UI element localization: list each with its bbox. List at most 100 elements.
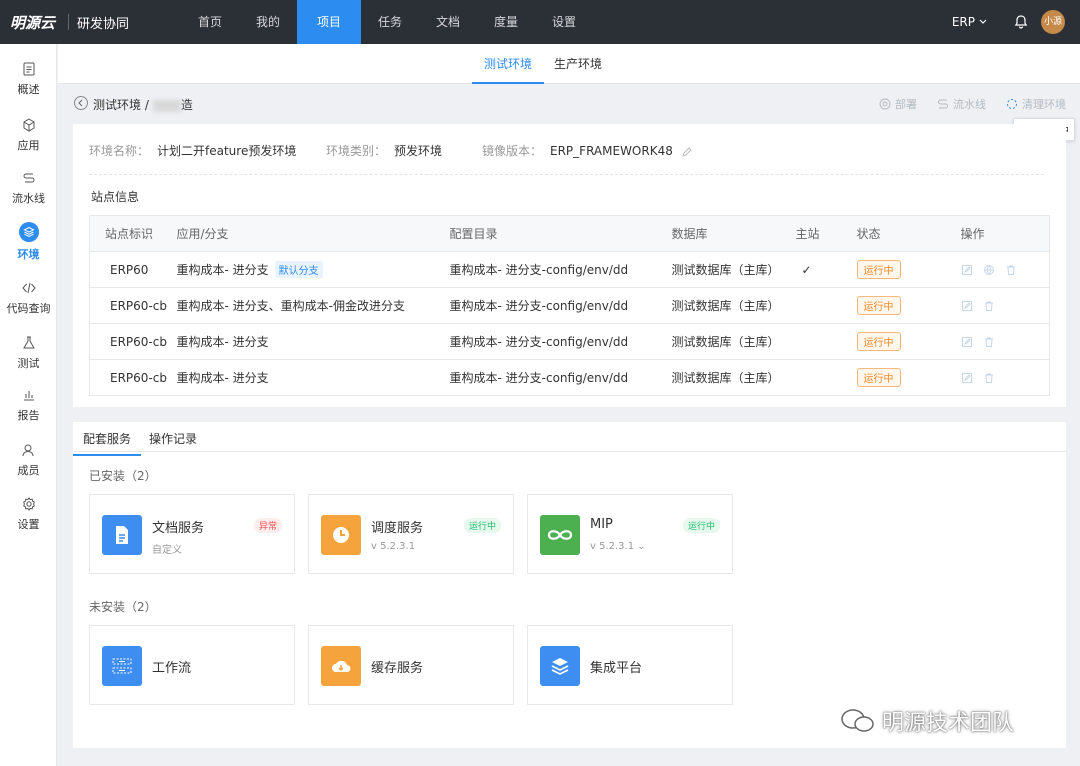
redacted-mask	[152, 99, 181, 112]
tab-operation-log[interactable]: 操作记录	[149, 430, 197, 447]
table-row: ERP60 重构成本- 进分支 默认分支 重构成本- 进分支-config/env/d…	[89, 251, 1050, 288]
sidebar-item-label: 代码查询	[6, 302, 51, 315]
org-switcher[interactable]: ERP	[952, 15, 987, 29]
bar-chart-icon	[23, 391, 34, 401]
sidebar-item-report[interactable]: 报告	[0, 387, 57, 423]
sidebar-item-label: 成员	[17, 464, 40, 477]
service-version: 自定义	[152, 545, 182, 556]
brand-logo[interactable]: 明源云	[10, 12, 64, 33]
service-card[interactable]: 调度服务 v 5.2.3.1 运行中	[308, 494, 514, 574]
env-name-label: 环境名称：	[89, 144, 150, 158]
globe-icon[interactable]	[983, 264, 995, 276]
back-button[interactable]	[74, 96, 88, 110]
trash-icon[interactable]	[983, 300, 995, 312]
table-row: ERP60-cb 重构成本- 进分支、重构成本-佣金改进分支 重构成本- 进分支-c…	[89, 287, 1050, 324]
sidebar-item-settings[interactable]: 设置	[0, 496, 57, 532]
gear-icon	[22, 497, 35, 511]
service-card[interactable]: 缓存服务	[308, 625, 514, 705]
edit-icon[interactable]	[961, 372, 973, 384]
sidebar-item-overview[interactable]: 概述	[0, 61, 57, 97]
edit-icon[interactable]	[961, 264, 973, 276]
deploy-label: 部署	[895, 98, 917, 111]
env-type-field: 环境类别： 预发环境	[326, 142, 442, 159]
sidebar-item-test[interactable]: 测试	[0, 335, 57, 371]
nav-docs[interactable]: 文档	[419, 0, 477, 44]
nav-home[interactable]: 首页	[181, 0, 239, 44]
env-type-label: 环境类别：	[326, 144, 387, 158]
col-status: 状态	[856, 215, 961, 252]
site-branch: 重构成本- 进分支	[176, 359, 450, 396]
nav-settings[interactable]: 设置	[535, 0, 593, 44]
site-id: ERP60-cb	[89, 287, 177, 324]
sites-section-title: 站点信息	[91, 190, 140, 204]
image-version-value: ERP_FRAMEWORK48	[550, 144, 673, 158]
sites-table: 站点标识 应用/分支 配置目录 数据库 主站 状态 操作 ERP60 重构成本- …	[89, 215, 1050, 396]
image-version-label: 镜像版本：	[482, 144, 543, 158]
sidebar-item-apps[interactable]: 应用	[0, 117, 57, 153]
breadcrumb: 测试环境 / 造	[93, 98, 193, 112]
service-card[interactable]: 工作流	[89, 625, 295, 705]
row-actions	[961, 264, 1050, 276]
site-config: 重构成本- 进分支-config/env/dd	[449, 323, 672, 360]
pipeline-icon	[23, 173, 34, 183]
nav-project[interactable]: 项目	[297, 0, 361, 44]
status-badge: 运行中	[682, 518, 720, 533]
edit-icon[interactable]	[961, 336, 973, 348]
row-actions	[961, 336, 1050, 348]
trash-icon[interactable]	[1005, 264, 1017, 276]
avatar[interactable]: 小源	[1041, 10, 1065, 34]
tab-prod-env[interactable]: 生产环境	[554, 44, 602, 84]
site-id: ERP60	[89, 251, 177, 288]
sidebar-item-members[interactable]: 成员	[0, 442, 57, 478]
file-icon	[102, 515, 142, 555]
bell-icon[interactable]	[1013, 14, 1029, 30]
status-badge: 运行中	[856, 332, 901, 351]
trash-icon[interactable]	[983, 336, 995, 348]
watermark-text: 明源技术团队	[882, 711, 1015, 736]
row-actions	[961, 372, 1050, 384]
services-card: 配套服务 操作记录 已安装（2） 文档服务自定义 异常 调度服务 v 5.2.3.1 运…	[72, 422, 1066, 748]
col-site-id: 站点标识	[89, 215, 177, 252]
sidebar-item-pipeline[interactable]: 流水线	[0, 170, 57, 206]
col-database: 数据库	[671, 215, 796, 252]
sidebar-item-label: 概述	[17, 83, 40, 96]
service-version: v 5.2.3.1 ⌄	[590, 541, 646, 552]
installed-title: 已安装（2）	[89, 469, 157, 483]
table-header-row: 站点标识 应用/分支 配置目录 数据库 主站 状态 操作	[89, 215, 1050, 252]
branch-text: 重构成本- 进分支	[176, 263, 269, 277]
nav-mine[interactable]: 我的	[239, 0, 297, 44]
status-badge: 运行中	[856, 296, 901, 315]
environment-tabs: 测试环境 生产环境	[58, 44, 1080, 84]
logo-divider	[68, 14, 69, 30]
breadcrumb-text[interactable]: 测试环境 /	[93, 98, 153, 112]
deploy-button[interactable]: 部署	[879, 96, 917, 112]
service-card[interactable]: 文档服务自定义 异常	[89, 494, 295, 574]
edit-icon[interactable]	[681, 146, 693, 158]
tab-test-env[interactable]: 测试环境	[471, 44, 545, 84]
service-card[interactable]: 集成平台	[527, 625, 733, 705]
edit-icon[interactable]	[961, 300, 973, 312]
trash-icon[interactable]	[983, 372, 995, 384]
services-tabs: 配套服务 操作记录	[72, 422, 1066, 456]
status-badge: 异常	[253, 518, 282, 533]
service-name: 工作流	[152, 661, 192, 676]
status-badge: 运行中	[856, 260, 901, 279]
sidebar-item-code-search[interactable]: 代码查询	[0, 280, 57, 316]
nav-task[interactable]: 任务	[361, 0, 419, 44]
sidebar-item-environment[interactable]: 环境	[0, 222, 57, 262]
env-type-value: 预发环境	[394, 144, 443, 158]
site-id: ERP60-cb	[89, 359, 177, 396]
service-name: 文档服务	[152, 521, 205, 536]
clean-env-button[interactable]: 清理环境	[1006, 96, 1066, 112]
flask-icon	[22, 336, 35, 349]
wechat-icon	[841, 709, 874, 732]
pipeline-button[interactable]: 流水线	[937, 96, 986, 112]
code-icon	[21, 282, 36, 294]
layers-icon	[18, 222, 39, 242]
watermark: 明源技术团队	[840, 705, 1014, 737]
service-name: MIP	[590, 517, 613, 532]
nav-metrics[interactable]: 度量	[477, 0, 535, 44]
sidebar-item-label: 流水线	[12, 192, 45, 205]
service-card[interactable]: MIP v 5.2.3.1 ⌄ 运行中	[527, 494, 733, 574]
tab-services[interactable]: 配套服务	[72, 430, 142, 456]
